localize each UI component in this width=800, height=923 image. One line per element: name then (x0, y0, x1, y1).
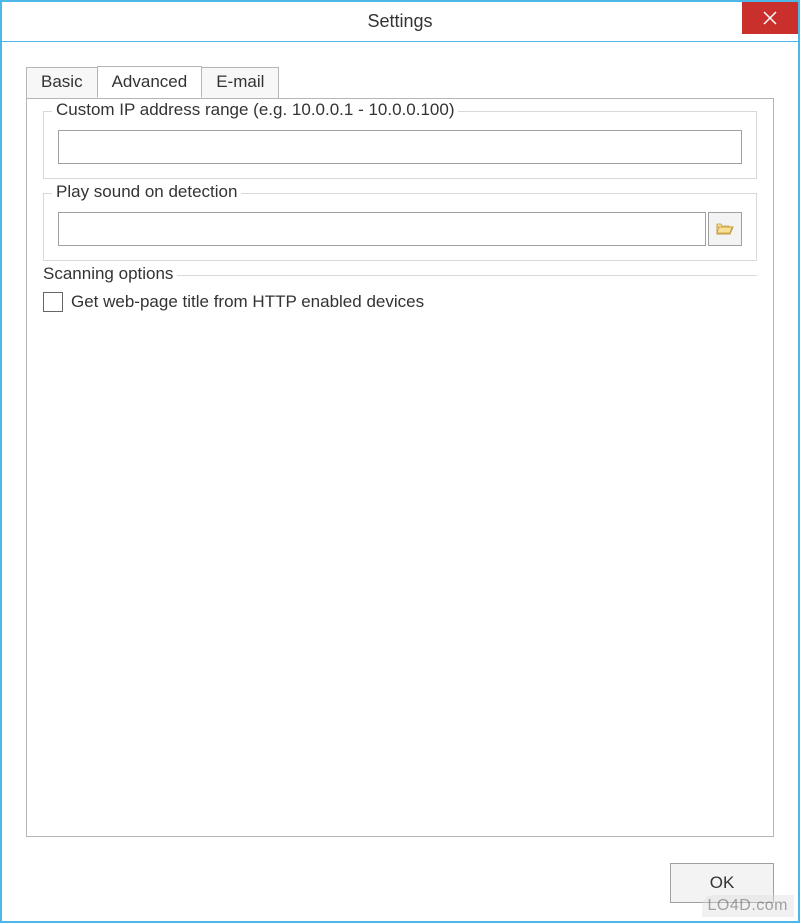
group-ip-range-title: Custom IP address range (e.g. 10.0.0.1 -… (52, 100, 458, 120)
folder-open-icon (716, 221, 734, 237)
group-sound-title: Play sound on detection (52, 182, 241, 202)
tab-strip: Basic Advanced E-mail (26, 66, 774, 98)
settings-window: Settings Basic Advanced E-mail Custom IP… (0, 0, 800, 923)
sound-row (58, 212, 742, 246)
close-icon (763, 11, 777, 25)
window-title: Settings (367, 11, 432, 32)
checkbox-row-http-title: Get web-page title from HTTP enabled dev… (43, 290, 757, 314)
group-sound: Play sound on detection (43, 193, 757, 261)
tab-email[interactable]: E-mail (201, 67, 279, 99)
content-area: Basic Advanced E-mail Custom IP address … (2, 42, 798, 849)
tab-advanced[interactable]: Advanced (97, 66, 203, 98)
browse-sound-button[interactable] (708, 212, 742, 246)
checkbox-http-title[interactable] (43, 292, 63, 312)
group-scanning: Scanning options Get web-page title from… (43, 275, 757, 314)
tab-panel-advanced: Custom IP address range (e.g. 10.0.0.1 -… (26, 98, 774, 837)
titlebar: Settings (2, 2, 798, 42)
dialog-footer: OK (2, 849, 798, 921)
sound-path-input[interactable] (58, 212, 706, 246)
group-ip-range: Custom IP address range (e.g. 10.0.0.1 -… (43, 111, 757, 179)
watermark: LO4D.com (702, 895, 794, 917)
group-scanning-title: Scanning options (43, 264, 177, 284)
ip-range-input[interactable] (58, 130, 742, 164)
checkbox-http-title-label: Get web-page title from HTTP enabled dev… (71, 292, 424, 312)
tab-basic[interactable]: Basic (26, 67, 98, 99)
close-button[interactable] (742, 2, 798, 34)
